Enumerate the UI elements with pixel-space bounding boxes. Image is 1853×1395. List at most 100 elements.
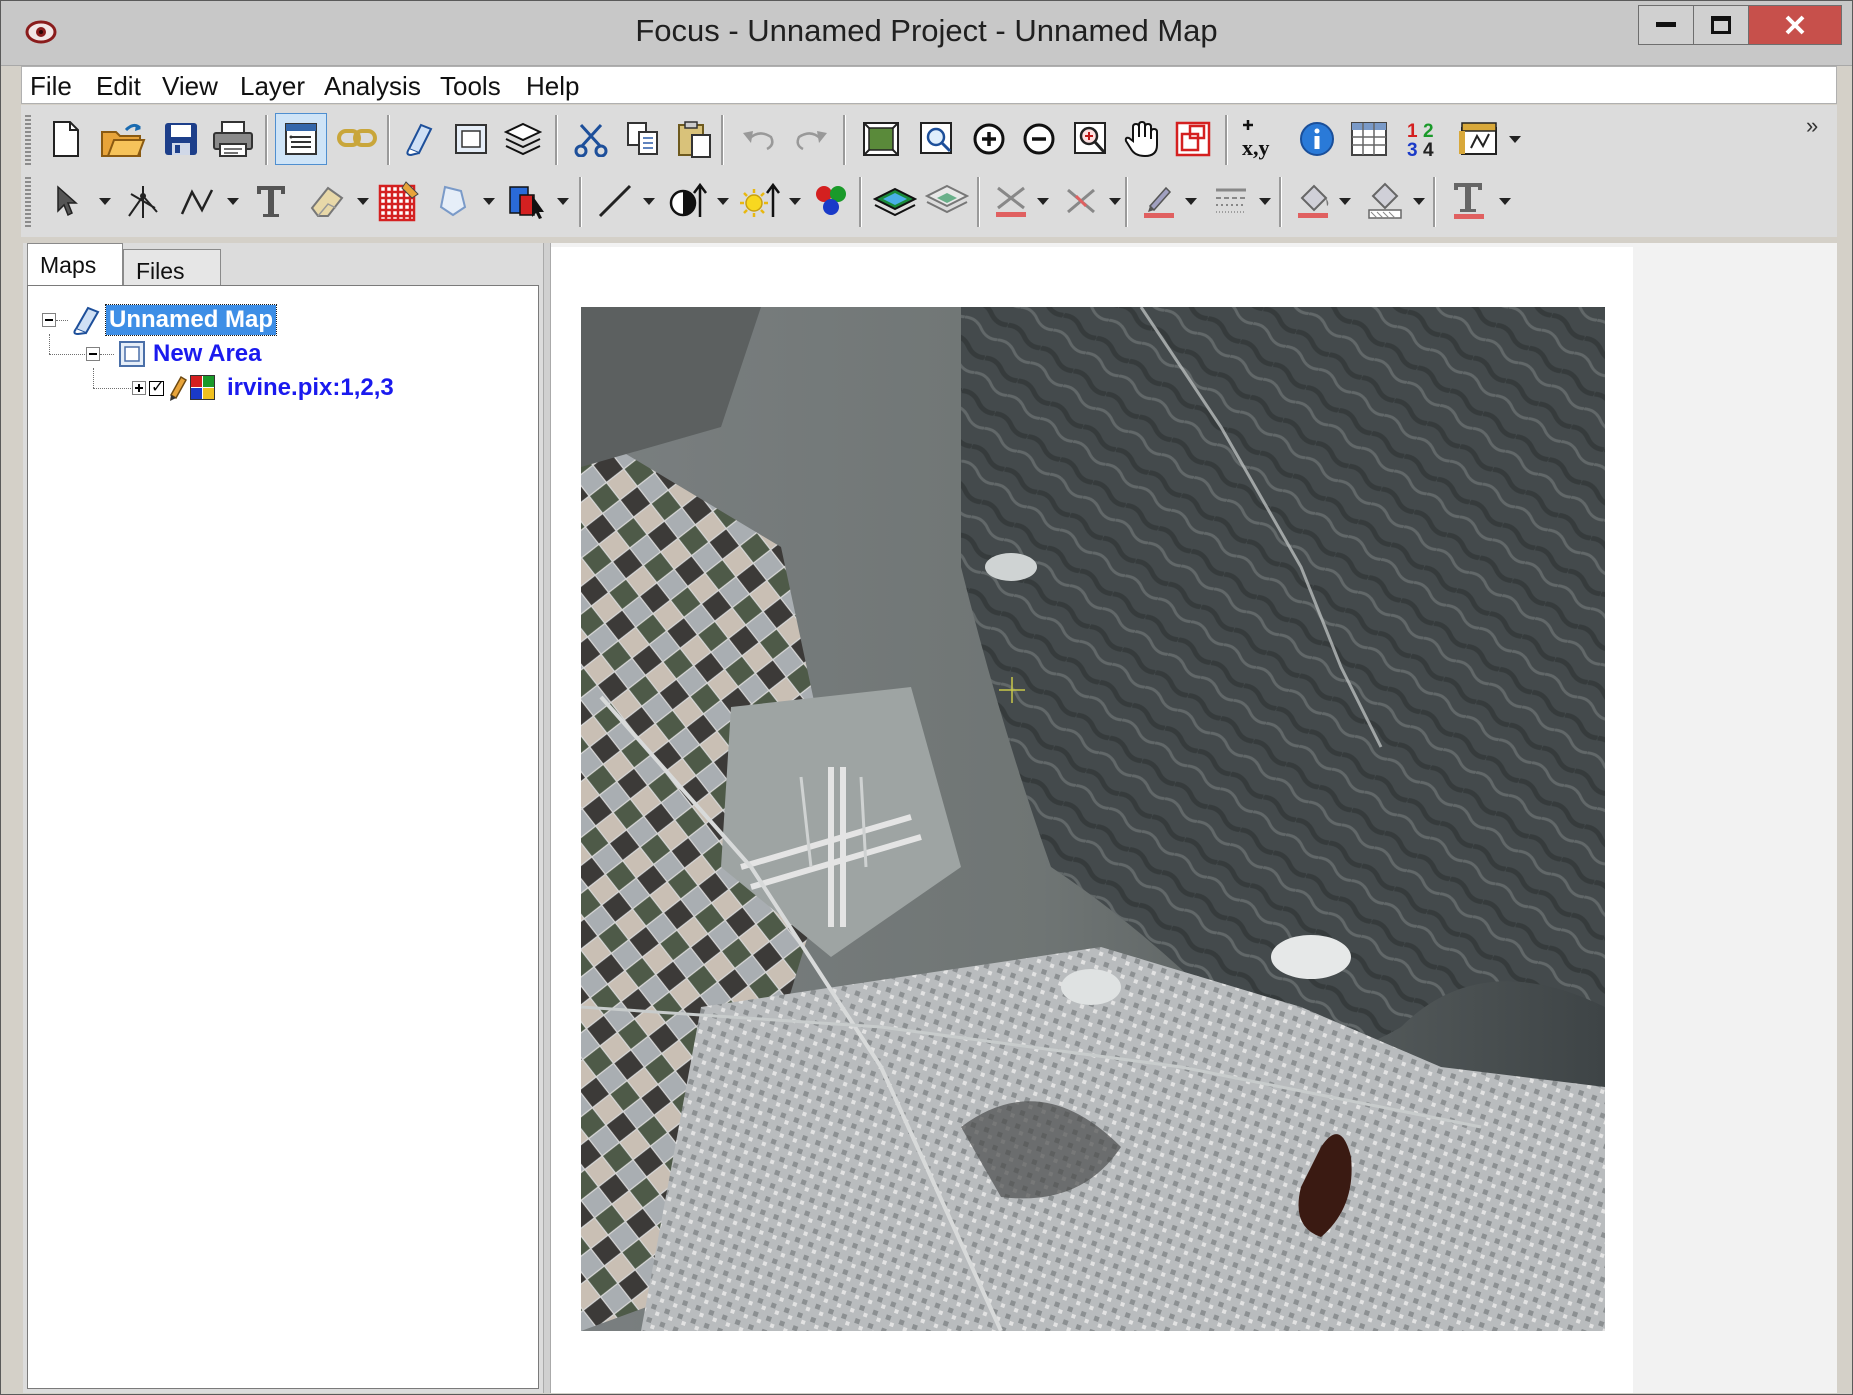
legend-button[interactable] [1453, 113, 1505, 165]
fill-color-dropdown[interactable] [1337, 193, 1353, 209]
eraser-button[interactable] [301, 175, 353, 227]
contrast-dropdown[interactable] [715, 193, 731, 209]
zoom-in-icon [973, 123, 1005, 155]
fill-pattern-button[interactable] [1359, 175, 1411, 227]
menu-layer[interactable]: Layer [236, 69, 309, 104]
cut-button[interactable] [565, 113, 617, 165]
raster-paint-button[interactable] [373, 175, 425, 227]
crosses-dropdown[interactable] [1035, 193, 1051, 209]
open-button[interactable] [97, 113, 149, 165]
expand-toggle[interactable] [132, 381, 146, 395]
overview-button[interactable] [1167, 113, 1219, 165]
select-button[interactable] [39, 175, 91, 227]
coordinates-button[interactable]: x,y [1235, 113, 1287, 165]
paste-button[interactable] [669, 113, 721, 165]
layers-button[interactable] [497, 113, 549, 165]
collapse-toggle[interactable] [42, 313, 56, 327]
map-properties-button[interactable] [275, 113, 327, 165]
line-dropdown[interactable] [641, 193, 657, 209]
fill-tool-button[interactable] [501, 175, 553, 227]
zoom-to-area-button[interactable] [855, 113, 907, 165]
layer-down-button[interactable] [921, 175, 973, 227]
x-marks-dropdown[interactable] [1107, 193, 1123, 209]
zoom-out-button[interactable] [1013, 113, 1065, 165]
main-toolbar: x,y 1 2 3 4 [21, 109, 1837, 171]
text-color-dropdown[interactable] [1497, 193, 1513, 209]
zoom-to-layer-button[interactable] [911, 113, 963, 165]
brightness-dropdown[interactable] [787, 193, 803, 209]
satellite-image-layer[interactable] [581, 307, 1605, 1331]
menu-file[interactable]: File [26, 69, 76, 104]
menu-analysis[interactable]: Analysis [320, 69, 425, 104]
text-color-button[interactable] [1443, 175, 1495, 227]
text-tool-button[interactable] [245, 175, 297, 227]
fill-tool-dropdown[interactable] [555, 193, 571, 209]
toolbar-grip[interactable] [25, 115, 31, 165]
copy-button[interactable] [617, 113, 669, 165]
pan-button[interactable] [1115, 113, 1167, 165]
undo-button[interactable] [733, 113, 785, 165]
line-button[interactable] [589, 175, 641, 227]
select-dropdown[interactable] [97, 193, 113, 209]
polygon-button[interactable] [427, 175, 479, 227]
toolbar-overflow-button[interactable]: » [1806, 113, 1818, 139]
minimize-button[interactable] [1638, 5, 1694, 45]
menu-edit[interactable]: Edit [92, 69, 145, 104]
title-bar[interactable]: Focus - Unnamed Project - Unnamed Map [1, 1, 1852, 66]
pen-color-dropdown[interactable] [1183, 193, 1199, 209]
layer-up-button[interactable] [869, 175, 921, 227]
rgb-mapper-button[interactable] [805, 175, 857, 227]
map-view-area[interactable] [551, 243, 1837, 1393]
map-canvas[interactable] [551, 247, 1633, 1393]
tree-label-map[interactable]: Unnamed Map [104, 304, 278, 336]
tree-node-layer[interactable]: irvine.pix:1,2,3 [132, 372, 397, 404]
tree-label-layer[interactable]: irvine.pix:1,2,3 [224, 373, 397, 403]
zoom-in-button[interactable] [963, 113, 1015, 165]
new-map-button[interactable] [393, 113, 445, 165]
band-selector-button[interactable]: 1 2 3 4 [1397, 113, 1449, 165]
x-marks-button[interactable] [1055, 175, 1107, 227]
zoom-page-icon [920, 122, 952, 154]
layer-visibility-checkbox[interactable] [149, 377, 164, 397]
tree-label-area[interactable]: New Area [150, 339, 265, 369]
open-folder-icon [101, 123, 146, 157]
svg-text:4: 4 [1423, 140, 1434, 159]
brightness-button[interactable] [733, 175, 785, 227]
edit-vertices-button[interactable] [117, 175, 169, 227]
redo-button[interactable] [785, 113, 837, 165]
polyline-dropdown[interactable] [225, 193, 241, 209]
collapse-toggle[interactable] [86, 347, 100, 361]
close-button[interactable] [1748, 5, 1842, 45]
crosses-button[interactable] [985, 175, 1037, 227]
line-style-dropdown[interactable] [1257, 193, 1273, 209]
panel-splitter[interactable] [543, 243, 551, 1393]
info-button[interactable] [1291, 113, 1343, 165]
tree-node-area[interactable]: New Area [86, 338, 265, 370]
contrast-button[interactable] [661, 175, 713, 227]
polygon-dropdown[interactable] [481, 193, 497, 209]
new-file-button[interactable] [39, 113, 91, 165]
eraser-dropdown[interactable] [355, 193, 371, 209]
maximize-button[interactable] [1693, 5, 1749, 45]
pen-color-button[interactable] [1133, 175, 1185, 227]
zoom-rectangle-icon [1074, 122, 1106, 154]
toolbar-grip[interactable] [25, 177, 31, 227]
fill-pattern-dropdown[interactable] [1411, 193, 1427, 209]
line-style-button[interactable] [1205, 175, 1257, 227]
fill-color-button[interactable] [1287, 175, 1339, 227]
new-area-button[interactable] [445, 113, 497, 165]
tree-node-map[interactable]: Unnamed Map [42, 304, 278, 336]
menu-view[interactable]: View [158, 69, 222, 104]
tab-maps[interactable]: Maps [27, 243, 123, 285]
save-button[interactable] [155, 113, 207, 165]
print-button[interactable] [207, 113, 259, 165]
menu-tools[interactable]: Tools [436, 69, 505, 104]
tab-files[interactable]: Files [123, 249, 221, 287]
polyline-button[interactable] [171, 175, 223, 227]
zoom-box-button[interactable] [1065, 113, 1117, 165]
menu-help[interactable]: Help [522, 69, 583, 104]
attribute-table-button[interactable] [1343, 113, 1395, 165]
legend-dropdown[interactable] [1507, 131, 1523, 147]
area-frame-icon [455, 124, 487, 154]
link-button[interactable] [331, 113, 383, 165]
